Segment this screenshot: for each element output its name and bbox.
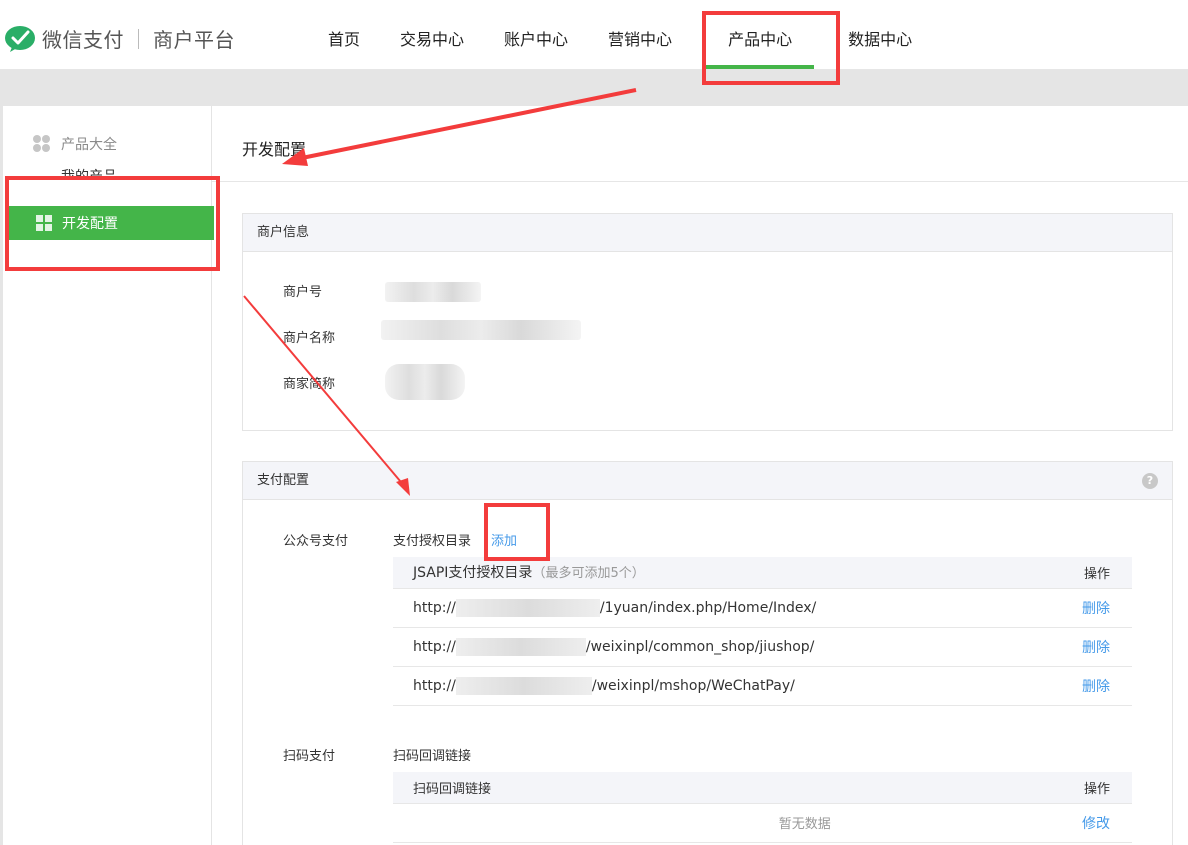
annotation-arrows xyxy=(243,88,637,496)
